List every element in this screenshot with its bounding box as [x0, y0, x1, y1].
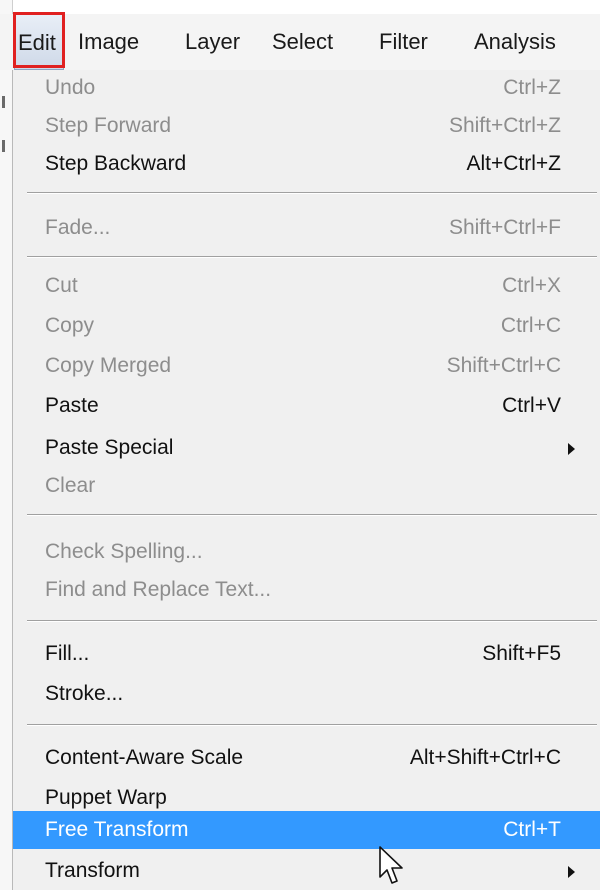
- submenu-arrow-icon: [568, 443, 575, 455]
- menu-select[interactable]: Select: [272, 14, 333, 70]
- menu-item-label: Undo: [45, 76, 96, 99]
- menu-item-undo[interactable]: Undo Ctrl+Z: [13, 70, 600, 106]
- menu-item-label: Step Backward: [45, 152, 187, 175]
- menu-bar: Edit Image Layer Select Filter Analysis: [0, 14, 600, 70]
- edit-menu-dropdown: Undo Ctrl+Z Step Forward Shift+Ctrl+Z St…: [12, 70, 600, 890]
- menu-item-step-backward[interactable]: Step Backward Alt+Ctrl+Z: [13, 146, 600, 182]
- menu-item-label: Check Spelling...: [45, 540, 203, 563]
- menu-item-shortcut: Alt+Ctrl+Z: [466, 152, 561, 175]
- menu-item-label: Find and Replace Text...: [45, 578, 272, 601]
- menu-item-find-replace[interactable]: Find and Replace Text...: [13, 572, 600, 608]
- menu-item-fill[interactable]: Fill... Shift+F5: [13, 636, 600, 672]
- menu-separator: [27, 620, 597, 622]
- menu-item-shortcut: Alt+Shift+Ctrl+C: [409, 746, 561, 769]
- menu-item-label: Fade...: [45, 216, 111, 239]
- menu-item-label: Stroke...: [45, 682, 124, 705]
- menu-item-label: Transform: [45, 859, 140, 882]
- menu-item-label: Copy: [45, 314, 95, 337]
- menu-item-shortcut: Ctrl+Z: [503, 76, 561, 99]
- mouse-cursor-icon: [379, 846, 403, 884]
- menu-item-label: Cut: [45, 274, 78, 297]
- menu-edit[interactable]: Edit: [14, 14, 64, 70]
- menu-item-free-transform[interactable]: Free Transform Ctrl+T: [13, 811, 600, 849]
- menu-item-paste[interactable]: Paste Ctrl+V: [13, 388, 600, 424]
- menu-image[interactable]: Image: [78, 14, 139, 70]
- menu-item-label: Content-Aware Scale: [45, 746, 244, 769]
- menu-item-shortcut: Ctrl+C: [500, 314, 561, 337]
- menu-item-shortcut: Shift+Ctrl+Z: [448, 114, 561, 137]
- submenu-arrow-icon: [568, 866, 575, 878]
- menu-item-copy-merged[interactable]: Copy Merged Shift+Ctrl+C: [13, 348, 600, 384]
- menu-item-label: Fill...: [45, 642, 90, 665]
- menu-item-label: Paste Special: [45, 436, 174, 459]
- menu-item-paste-special[interactable]: Paste Special: [13, 430, 600, 466]
- menu-item-shortcut: Ctrl+V: [502, 394, 561, 417]
- menu-analysis[interactable]: Analysis: [474, 14, 556, 70]
- menu-layer[interactable]: Layer: [185, 14, 240, 70]
- menu-item-shortcut: Ctrl+T: [503, 818, 561, 841]
- menu-separator: [27, 724, 597, 726]
- menu-filter[interactable]: Filter: [379, 14, 428, 70]
- menu-item-fade[interactable]: Fade... Shift+Ctrl+F: [13, 210, 600, 246]
- menu-item-shortcut: Shift+Ctrl+C: [446, 354, 561, 377]
- menu-item-step-forward[interactable]: Step Forward Shift+Ctrl+Z: [13, 108, 600, 144]
- menu-item-cut[interactable]: Cut Ctrl+X: [13, 268, 600, 304]
- menu-item-label: Step Forward: [45, 114, 172, 137]
- menu-item-label: Clear: [45, 474, 96, 497]
- menu-item-content-aware-scale[interactable]: Content-Aware Scale Alt+Shift+Ctrl+C: [13, 740, 600, 776]
- menu-item-transform[interactable]: Transform: [13, 853, 600, 889]
- menu-separator: [27, 192, 597, 194]
- menu-item-shortcut: Ctrl+X: [502, 274, 561, 297]
- menu-separator: [27, 514, 597, 516]
- menu-item-label: Free Transform: [45, 818, 189, 841]
- menu-separator: [27, 256, 597, 258]
- app-edge-mark: [2, 96, 5, 108]
- menu-item-clear[interactable]: Clear: [13, 468, 600, 504]
- menu-item-stroke[interactable]: Stroke...: [13, 676, 600, 712]
- menu-item-check-spelling[interactable]: Check Spelling...: [13, 534, 600, 570]
- menu-item-label: Copy Merged: [45, 354, 172, 377]
- app-edge-mark: [2, 140, 5, 152]
- menu-item-label: Paste: [45, 394, 99, 417]
- menu-item-shortcut: Shift+F5: [482, 642, 561, 665]
- menu-item-shortcut: Shift+Ctrl+F: [448, 216, 561, 239]
- menu-item-copy[interactable]: Copy Ctrl+C: [13, 308, 600, 344]
